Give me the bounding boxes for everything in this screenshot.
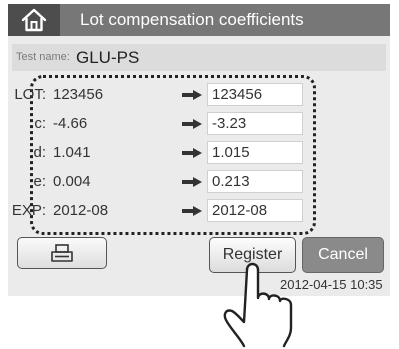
new-value-field[interactable]: 1.015 <box>207 141 303 164</box>
right-arrow-icon <box>182 177 202 187</box>
coefficient-row-exp: EXP: 2012-08 2012-08 <box>8 199 390 223</box>
app-screen: Lot compensation coefficients Test name:… <box>8 4 390 296</box>
right-arrow-icon <box>182 206 202 216</box>
printer-icon <box>51 244 73 262</box>
old-value: 123456 <box>53 86 104 103</box>
print-button[interactable] <box>17 237 107 269</box>
old-value: 1.041 <box>53 144 91 161</box>
row-label: d: <box>33 144 46 161</box>
new-value-field[interactable]: -3.23 <box>207 112 303 135</box>
home-icon <box>21 8 47 32</box>
test-name-bar: Test name: GLU-PS <box>12 44 386 71</box>
new-value-field[interactable]: 0.213 <box>207 170 303 193</box>
test-name-label: Test name: <box>16 51 70 63</box>
test-name-value: GLU-PS <box>76 48 140 67</box>
title-bar: Lot compensation coefficients <box>8 4 390 36</box>
page-title: Lot compensation coefficients <box>80 10 304 29</box>
row-label: e: <box>33 173 46 190</box>
row-label: EXP: <box>11 202 46 219</box>
coefficient-row-c: c: -4.66 -3.23 <box>8 112 390 136</box>
old-value: -4.66 <box>53 115 88 132</box>
home-button[interactable] <box>8 4 60 36</box>
right-arrow-icon <box>182 90 202 100</box>
new-value-field[interactable]: 123456 <box>207 83 303 106</box>
right-arrow-icon <box>182 119 202 129</box>
coefficient-row-d: d: 1.041 1.015 <box>8 141 390 165</box>
row-label: LOT: <box>14 86 46 103</box>
pointing-hand-icon <box>223 262 293 348</box>
old-value: 0.004 <box>53 173 91 190</box>
old-value: 2012-08 <box>53 202 109 219</box>
new-value-field[interactable]: 2012-08 <box>207 199 303 222</box>
coefficient-row-lot: LOT: 123456 123456 <box>8 83 390 107</box>
right-arrow-icon <box>182 148 202 158</box>
row-label: c: <box>34 115 46 132</box>
coefficient-row-e: e: 0.004 0.213 <box>8 170 390 194</box>
